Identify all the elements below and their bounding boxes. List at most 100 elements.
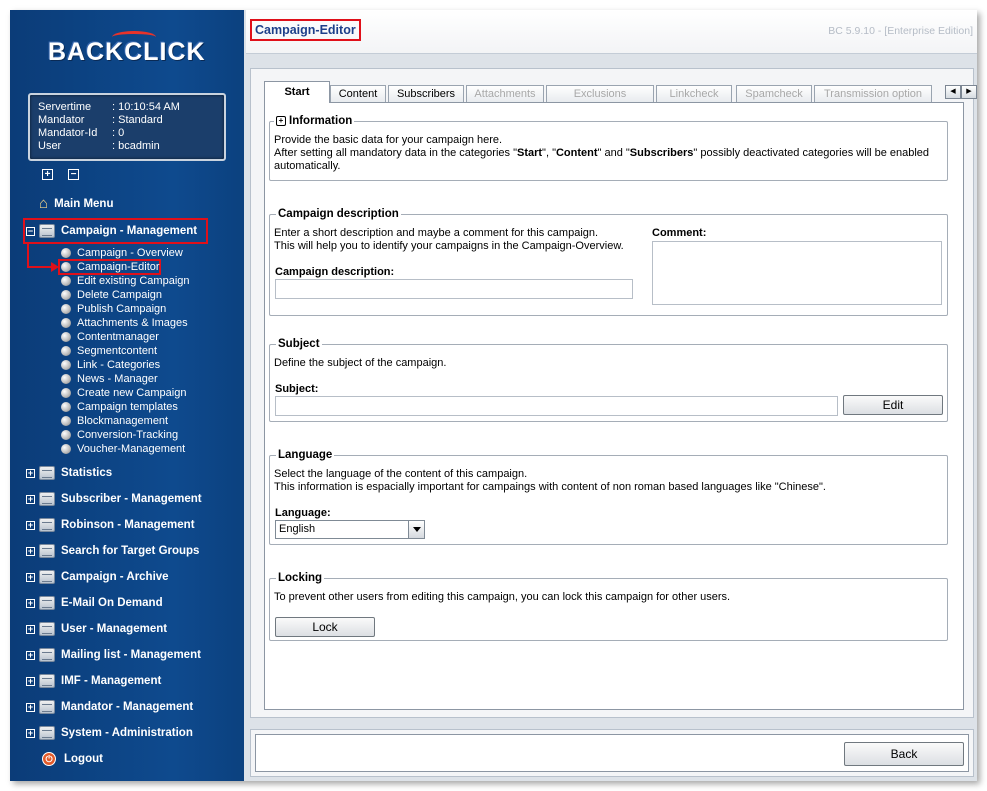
back-button[interactable]: Back <box>844 742 964 766</box>
edit-subject-button[interactable]: Edit <box>843 395 943 415</box>
info-icon: + <box>276 115 286 126</box>
lock-button[interactable]: Lock <box>275 617 375 637</box>
nav-main-menu[interactable]: ⌂ Main Menu <box>26 195 113 213</box>
submenu-blockmanagement[interactable]: Blockmanagement <box>61 414 190 428</box>
nav-label: User - Management <box>61 623 168 635</box>
nav-label: Mandator - Management <box>61 701 194 713</box>
submenu-campaign-overview[interactable]: Campaign - Overview <box>61 246 190 260</box>
info-mandator: Mandator: Standard <box>38 114 216 127</box>
expand-icon[interactable]: + <box>26 468 35 478</box>
submenu-segmentcontent[interactable]: Segmentcontent <box>61 344 190 358</box>
tab-scroll-controls: ◀ ▶ <box>945 85 977 99</box>
bullet-icon <box>61 402 71 412</box>
nav-robinson-management[interactable]: + Robinson - Management <box>26 516 195 534</box>
nav-imf-management[interactable]: + IMF - Management <box>26 672 161 690</box>
tab-subscribers[interactable]: Subscribers <box>388 85 464 102</box>
tab-attachments[interactable]: Attachments <box>466 85 544 102</box>
nav-label: Statistics <box>61 467 113 479</box>
expand-icon[interactable]: + <box>26 728 35 738</box>
collapse-icon[interactable]: − <box>26 226 35 236</box>
page-header: Campaign-Editor BC 5.9.10 - [Enterprise … <box>246 10 977 54</box>
comment-label: Comment: <box>652 227 707 239</box>
expand-icon[interactable]: + <box>26 676 35 686</box>
nav-subscriber-management[interactable]: + Subscriber - Management <box>26 490 202 508</box>
submenu-campaign-templates[interactable]: Campaign templates <box>61 400 190 414</box>
language-selected-value: English <box>279 523 316 535</box>
nav-campaign-archive[interactable]: + Campaign - Archive <box>26 568 169 586</box>
tab-content[interactable]: Content <box>330 85 386 102</box>
nav-mailing-list-management[interactable]: + Mailing list - Management <box>26 646 201 664</box>
expand-icon[interactable]: + <box>26 520 35 530</box>
language-help: Select the language of the content of th… <box>274 468 944 494</box>
folder-icon <box>39 544 55 558</box>
expand-icon[interactable]: + <box>26 650 35 660</box>
submenu-contentmanager[interactable]: Contentmanager <box>61 330 190 344</box>
text: Start <box>516 147 543 159</box>
tab-scroll-left-icon[interactable]: ◀ <box>945 85 961 99</box>
campaign-description-input[interactable] <box>275 279 633 299</box>
submenu-campaign-editor[interactable]: Campaign-Editor <box>61 260 190 274</box>
bullet-icon <box>61 332 71 342</box>
tab-scroll-right-icon[interactable]: ▶ <box>961 85 977 99</box>
nav-statistics[interactable]: + Statistics <box>26 464 112 482</box>
subject-label: Subject: <box>275 383 319 395</box>
tab-linkcheck[interactable]: Linkcheck <box>656 85 732 102</box>
nav-user-management[interactable]: + User - Management <box>26 620 167 638</box>
collapse-all-button[interactable]: − <box>68 169 80 180</box>
expand-icon[interactable]: + <box>26 494 35 504</box>
nav-mandator-management[interactable]: + Mandator - Management <box>26 698 193 716</box>
submenu-attachments-images[interactable]: Attachments & Images <box>61 316 190 330</box>
submenu-publish-campaign[interactable]: Publish Campaign <box>61 302 190 316</box>
info-value: : 10:10:54 AM <box>112 101 180 113</box>
expand-icon[interactable]: + <box>26 598 35 608</box>
expand-all-button[interactable]: + <box>42 169 53 180</box>
home-icon: ⌂ <box>39 195 49 212</box>
tab-spamcheck[interactable]: Spamcheck <box>736 85 812 102</box>
expand-icon[interactable]: + <box>26 624 35 634</box>
nav-logout[interactable]: ⏻ Logout <box>26 750 103 768</box>
nav-system-administration[interactable]: + System - Administration <box>26 724 193 742</box>
submenu-voucher-management[interactable]: Voucher-Management <box>61 442 190 456</box>
nav-label: Robinson - Management <box>61 519 195 531</box>
submenu-link-categories[interactable]: Link - Categories <box>61 358 190 372</box>
subject-legend: Subject <box>276 338 322 351</box>
legend-text: Information <box>289 115 353 127</box>
info-line: Provide the basic data for your campaign… <box>274 134 503 146</box>
tab-bar: Start Content Subscribers Attachments Ex… <box>264 81 977 103</box>
language-select[interactable]: English <box>275 520 425 539</box>
comment-textarea[interactable] <box>652 241 942 305</box>
expand-icon[interactable]: + <box>26 546 35 556</box>
submenu-conversion-tracking[interactable]: Conversion-Tracking <box>61 428 190 442</box>
bullet-icon <box>61 430 71 440</box>
tab-start[interactable]: Start <box>264 81 330 103</box>
tab-exclusions[interactable]: Exclusions <box>546 85 654 102</box>
submenu-label: Conversion-Tracking <box>77 429 179 441</box>
expand-icon[interactable]: + <box>26 702 35 712</box>
submenu-create-new-campaign[interactable]: Create new Campaign <box>61 386 190 400</box>
nav-search-target-groups[interactable]: + Search for Target Groups <box>26 542 199 560</box>
nav-label: Campaign - Archive <box>61 571 169 583</box>
tab-content-start: + Information Provide the basic data for … <box>264 102 964 710</box>
nav-campaign-management[interactable]: − Campaign - Management <box>26 222 197 240</box>
info-key: Mandator-Id <box>38 127 98 139</box>
nav-label: Logout <box>64 753 103 765</box>
help-line: Enter a short description and maybe a co… <box>274 227 599 239</box>
expand-icon[interactable]: + <box>26 572 35 582</box>
nav-label: System - Administration <box>61 727 193 739</box>
submenu-delete-campaign[interactable]: Delete Campaign <box>61 288 190 302</box>
bullet-icon <box>61 304 71 314</box>
nav-email-on-demand[interactable]: + E-Mail On Demand <box>26 594 163 612</box>
footer-bar: Back <box>250 729 974 777</box>
submenu-edit-existing-campaign[interactable]: Edit existing Campaign <box>61 274 190 288</box>
info-key: User <box>38 140 62 152</box>
subject-input[interactable] <box>275 396 838 416</box>
info-mandator-id: Mandator-Id : 0 <box>38 127 216 140</box>
campaign-description-label: Campaign description: <box>275 266 395 278</box>
bullet-icon <box>61 318 71 328</box>
tab-transmission-option[interactable]: Transmission option <box>814 85 932 102</box>
bullet-icon <box>61 416 71 426</box>
info-value: : 0 <box>112 127 125 139</box>
nav-label: IMF - Management <box>61 675 162 687</box>
submenu-news-manager[interactable]: News - Manager <box>61 372 190 386</box>
dropdown-arrow-icon[interactable] <box>408 521 424 538</box>
